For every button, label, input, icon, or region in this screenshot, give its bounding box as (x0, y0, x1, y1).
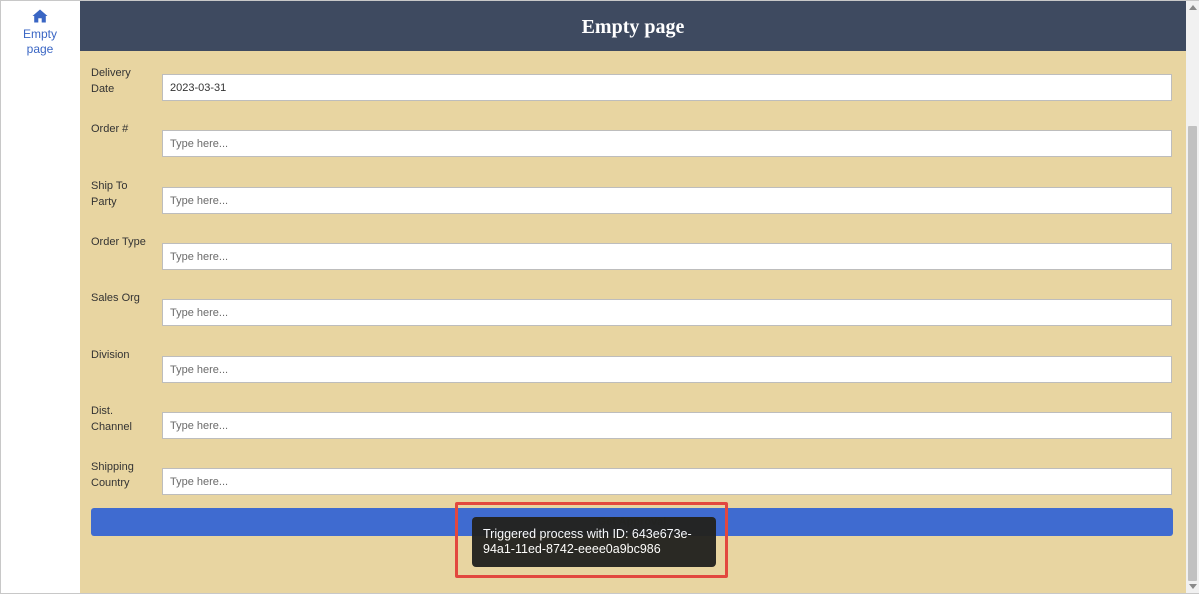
dist-channel-label: Dist. Channel (91, 405, 132, 433)
division-label: Division (91, 349, 130, 361)
order-number-label: Order # (91, 123, 129, 135)
sales-org-label: Sales Org (91, 292, 140, 304)
ship-to-party-input[interactable] (162, 187, 1172, 214)
delivery-date-input[interactable] (162, 74, 1172, 101)
scroll-up-arrow-icon[interactable] (1189, 5, 1197, 10)
order-type-label: Order Type (91, 236, 146, 248)
page-title: Empty page (581, 16, 685, 38)
scrollbar-thumb[interactable] (1188, 126, 1197, 581)
ship-to-party-label: Ship To Party (91, 180, 128, 208)
shipping-country-input[interactable] (162, 468, 1172, 495)
sidebar: Empty page (1, 1, 79, 593)
dist-channel-input[interactable] (162, 412, 1172, 439)
annotation-highlight-box (455, 502, 728, 578)
shipping-country-label: Shipping Country (91, 461, 134, 489)
sidebar-item-label-line2: page (26, 42, 54, 56)
order-number-input[interactable] (162, 130, 1172, 157)
order-type-input[interactable] (162, 243, 1172, 270)
page-header: Empty page (80, 1, 1186, 51)
home-icon (32, 9, 48, 23)
sidebar-item-label: Empty (22, 27, 57, 41)
sales-org-input[interactable] (162, 299, 1172, 326)
vertical-scrollbar[interactable] (1186, 1, 1199, 593)
sidebar-item-empty-page[interactable]: Empty page (1, 7, 79, 57)
division-input[interactable] (162, 356, 1172, 383)
scroll-down-arrow-icon[interactable] (1189, 584, 1197, 589)
delivery-date-label: Delivery Date (91, 67, 131, 95)
